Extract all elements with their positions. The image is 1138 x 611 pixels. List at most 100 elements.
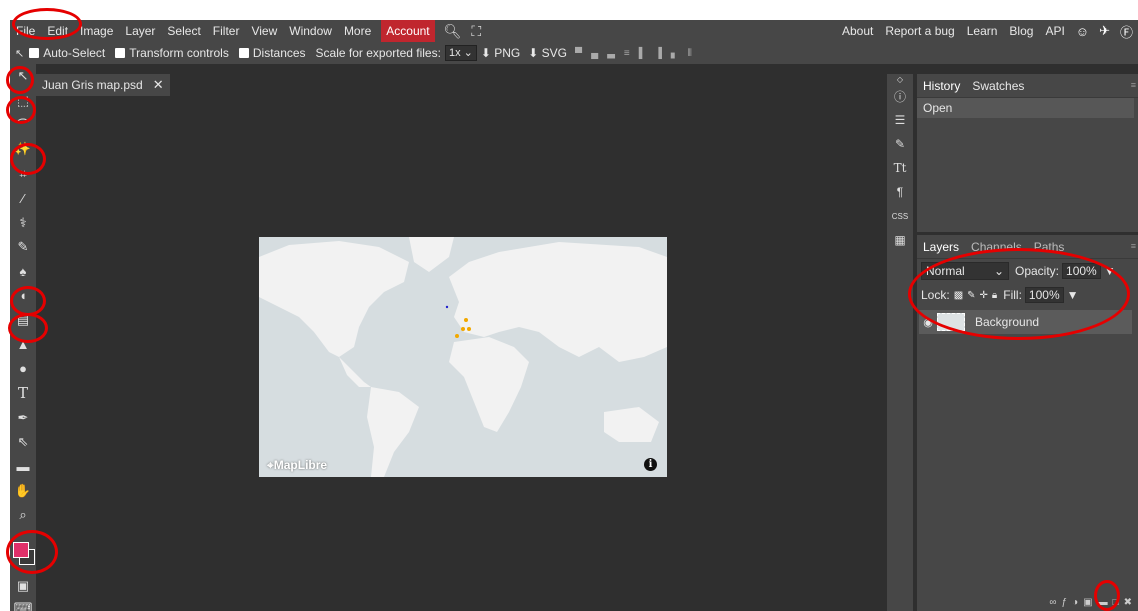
character-panel-icon[interactable]: Tt (887, 156, 913, 180)
transform-controls-option[interactable]: Transform controls (115, 46, 229, 60)
collapse-icon[interactable]: ◇ (887, 74, 913, 84)
document-tab[interactable]: Juan Gris map.psd ✕ (36, 74, 170, 96)
eye-icon[interactable]: ◉ (919, 316, 937, 329)
hand-tool-icon[interactable]: ✋ (10, 479, 36, 503)
auto-select-option[interactable]: Auto-Select (29, 46, 105, 60)
lock-pixels-icon[interactable]: ✎ (967, 290, 975, 301)
magic-wand-tool-icon[interactable]: ✨ (10, 137, 36, 161)
link-learn[interactable]: Learn (961, 20, 1004, 42)
menu-file[interactable]: File (10, 20, 41, 42)
auto-select-checkbox[interactable] (29, 48, 40, 58)
info-icon[interactable]: i (644, 458, 657, 471)
align-left-icon[interactable]: ▌ (639, 48, 647, 59)
rect-select-tool-icon[interactable]: ⬚ (10, 88, 36, 112)
link-api[interactable]: API (1039, 20, 1070, 42)
align-top-icon[interactable]: ▀ (575, 48, 583, 59)
gradient-tool-icon[interactable]: ▤ (10, 308, 36, 332)
menu-edit[interactable]: Edit (41, 20, 74, 42)
type-tool-icon[interactable]: T (10, 381, 36, 405)
export-png-button[interactable]: ⬇ PNG (481, 46, 520, 60)
link-blog[interactable]: Blog (1003, 20, 1039, 42)
properties-icon[interactable]: ☰ (887, 108, 913, 132)
fullscreen-icon[interactable]: ⛶ (466, 23, 486, 40)
layer-effects-icon[interactable]: ƒ (1062, 597, 1068, 608)
menu-filter[interactable]: Filter (207, 20, 246, 42)
menu-layer[interactable]: Layer (119, 20, 161, 42)
fill-field[interactable]: 100% (1024, 287, 1064, 303)
foreground-color-swatch[interactable] (13, 542, 29, 558)
history-item[interactable]: Open (917, 98, 1134, 118)
tab-channels[interactable]: Channels (965, 240, 1028, 254)
healing-tool-icon[interactable]: ⚕ (10, 210, 36, 234)
move-tool-icon[interactable]: ↖ (10, 64, 36, 88)
quick-mask-icon[interactable]: ▣ (10, 574, 36, 598)
map-marker[interactable] (461, 327, 465, 331)
distribute-h-icon[interactable]: ⫴ (688, 48, 693, 59)
info-panel-icon[interactable]: ⓘ (887, 84, 913, 108)
blur-tool-icon[interactable]: ▲ (10, 332, 36, 356)
link-layers-icon[interactable]: ∞ (1049, 597, 1056, 608)
crop-tool-icon[interactable]: ⌗ (10, 162, 36, 186)
new-group-icon[interactable]: ▬ (1098, 597, 1108, 608)
map-marker[interactable] (455, 334, 459, 338)
menu-window[interactable]: Window (283, 20, 338, 42)
facebook-icon[interactable]: Ⓕ (1115, 22, 1138, 41)
opacity-dropdown-icon[interactable]: ▼ (1104, 264, 1116, 278)
search-icon[interactable]: 🔍︎ (439, 23, 467, 40)
tab-paths[interactable]: Paths (1028, 240, 1071, 254)
map-marker[interactable] (464, 318, 468, 322)
distribute-icon[interactable]: ≡ (624, 48, 631, 59)
path-select-tool-icon[interactable]: ⇖ (10, 430, 36, 454)
menu-image[interactable]: Image (74, 20, 119, 42)
menu-view[interactable]: View (245, 20, 283, 42)
blend-mode-select[interactable]: Normal ⌄ (921, 262, 1009, 280)
brush-tool-icon[interactable]: ✎ (10, 235, 36, 259)
lock-all-icon[interactable]: 🔒︎ (992, 290, 997, 301)
transform-controls-checkbox[interactable] (115, 48, 126, 58)
align-right-icon[interactable]: ▖ (671, 48, 680, 59)
document-canvas[interactable]: ⌖MapLibre i (259, 237, 667, 477)
tab-layers[interactable]: Layers (917, 240, 965, 254)
distances-checkbox[interactable] (238, 48, 249, 58)
align-bottom-icon[interactable]: ▃ (607, 48, 616, 59)
lock-position-icon[interactable]: ✛ (980, 290, 988, 301)
fill-dropdown-icon[interactable]: ▼ (1067, 288, 1079, 302)
account-button[interactable]: Account (381, 20, 435, 42)
opacity-field[interactable]: 100% (1062, 263, 1101, 279)
close-icon[interactable]: ✕ (153, 77, 164, 93)
color-swatches[interactable] (13, 542, 35, 566)
align-middle-icon[interactable]: ▄ (591, 48, 599, 59)
menu-more[interactable]: More (338, 20, 377, 42)
shape-tool-icon[interactable]: ▬ (10, 454, 36, 478)
new-layer-icon[interactable]: □ (1113, 597, 1119, 608)
lasso-tool-icon[interactable]: ⌒ (10, 113, 36, 137)
dodge-tool-icon[interactable]: ● (10, 357, 36, 381)
adjustment-layer-icon[interactable]: ◑ (1072, 597, 1078, 608)
map-marker[interactable] (467, 327, 471, 331)
delete-layer-icon[interactable]: ✖ (1124, 597, 1132, 608)
scale-select[interactable]: 1x ⌄ (444, 45, 477, 61)
link-about[interactable]: About (836, 20, 879, 42)
stamp-tool-icon[interactable]: ♠ (10, 259, 36, 283)
pen-tool-icon[interactable]: ✒ (10, 405, 36, 429)
layer-row[interactable]: ◉ Background (919, 310, 1132, 334)
panel-menu-icon[interactable]: ≡ (1131, 80, 1136, 90)
tab-swatches[interactable]: Swatches (966, 79, 1030, 93)
link-report-bug[interactable]: Report a bug (879, 20, 960, 42)
tab-history[interactable]: History (917, 79, 966, 93)
distances-option[interactable]: Distances (238, 46, 306, 60)
lock-transparency-icon[interactable]: ▩ (954, 290, 963, 301)
map-marker[interactable] (445, 305, 449, 309)
keyboard-icon[interactable]: ⌨ (10, 596, 36, 611)
css-panel-icon[interactable]: CSS (887, 204, 913, 228)
eraser-tool-icon[interactable]: ◖ (10, 284, 36, 308)
menu-select[interactable]: Select (161, 20, 206, 42)
brush-panel-icon[interactable]: ✎ (887, 132, 913, 156)
align-center-icon[interactable]: ▐ (655, 48, 663, 59)
reddit-icon[interactable]: ☺ (1071, 24, 1094, 39)
panel-menu-icon[interactable]: ≡ (1131, 241, 1136, 251)
twitter-icon[interactable]: ✈ (1094, 23, 1115, 39)
paragraph-panel-icon[interactable]: ¶ (887, 180, 913, 204)
layer-mask-icon[interactable]: ▣ (1083, 597, 1092, 608)
zoom-tool-icon[interactable]: ⌕ (10, 503, 36, 527)
